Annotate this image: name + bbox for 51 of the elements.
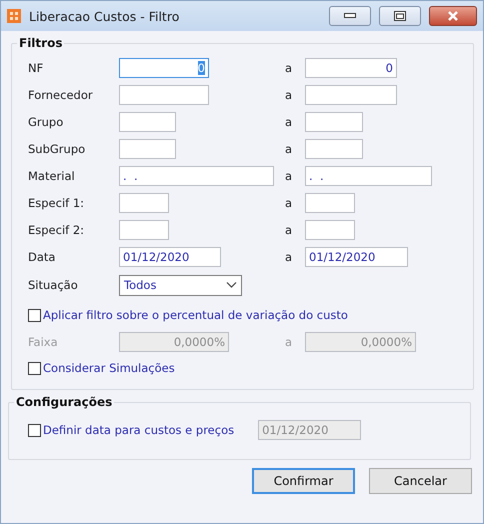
input-field[interactable]: . . bbox=[119, 166, 274, 186]
range-separator: a bbox=[285, 196, 294, 210]
range-separator: a bbox=[285, 114, 294, 128]
field-label: Especif 2: bbox=[28, 222, 86, 236]
input-field[interactable]: 0 bbox=[305, 58, 397, 78]
input-field[interactable] bbox=[119, 192, 169, 212]
input-field[interactable] bbox=[305, 112, 363, 132]
range-separator: a bbox=[285, 88, 294, 102]
chevron-down-icon bbox=[226, 282, 237, 288]
range-separator: a bbox=[285, 250, 294, 264]
minimize-button[interactable] bbox=[329, 6, 371, 26]
input-field[interactable] bbox=[305, 84, 397, 104]
field-label: Fornecedor bbox=[28, 88, 94, 102]
checkbox[interactable]: Considerar Simulações bbox=[28, 355, 467, 381]
field-label: Grupo bbox=[28, 114, 64, 128]
checkbox[interactable]: Aplicar filtro sobre o percentual de variação do custo bbox=[28, 302, 467, 328]
app-icon bbox=[7, 9, 21, 23]
input-field[interactable] bbox=[119, 112, 176, 132]
range-separator: a bbox=[285, 142, 294, 156]
range-separator: a bbox=[285, 334, 294, 348]
dropdown[interactable]: Todos bbox=[119, 274, 242, 296]
range-separator: a bbox=[285, 222, 294, 236]
window-title: Liberacao Custos - Filtro bbox=[29, 8, 180, 24]
group-title: Configurações bbox=[14, 395, 114, 409]
input-field[interactable]: 01/12/2020 bbox=[119, 246, 221, 266]
input-field[interactable] bbox=[305, 192, 355, 212]
dialog-button[interactable]: Cancelar bbox=[369, 468, 472, 494]
input-field[interactable] bbox=[305, 220, 355, 240]
field-label: Data bbox=[28, 250, 56, 264]
input-field[interactable]: . . bbox=[305, 166, 432, 186]
input-field[interactable] bbox=[119, 220, 169, 240]
field-label: Especif 1: bbox=[28, 196, 86, 210]
field-label: Situação bbox=[28, 278, 79, 292]
dialog-button[interactable]: Confirmar bbox=[252, 468, 355, 494]
group-title: Filtros bbox=[17, 36, 64, 50]
checkbox[interactable]: Definir data para custos e preços bbox=[28, 417, 234, 443]
input-field[interactable]: 01/12/2020 bbox=[305, 246, 408, 266]
input-field[interactable] bbox=[305, 138, 363, 158]
range-separator: a bbox=[285, 168, 294, 182]
input-field[interactable] bbox=[119, 84, 209, 104]
maximize-icon bbox=[394, 11, 406, 21]
minimize-icon bbox=[344, 13, 356, 19]
field-label: Faixa bbox=[28, 334, 59, 348]
range-separator: a bbox=[285, 60, 294, 74]
input-field[interactable] bbox=[119, 138, 176, 158]
field-label: NF bbox=[28, 60, 44, 74]
field-label: SubGrupo bbox=[28, 142, 86, 156]
close-button[interactable] bbox=[429, 6, 477, 26]
field-label: Material bbox=[28, 168, 76, 182]
maximize-button[interactable] bbox=[379, 6, 421, 26]
close-icon bbox=[447, 11, 459, 21]
